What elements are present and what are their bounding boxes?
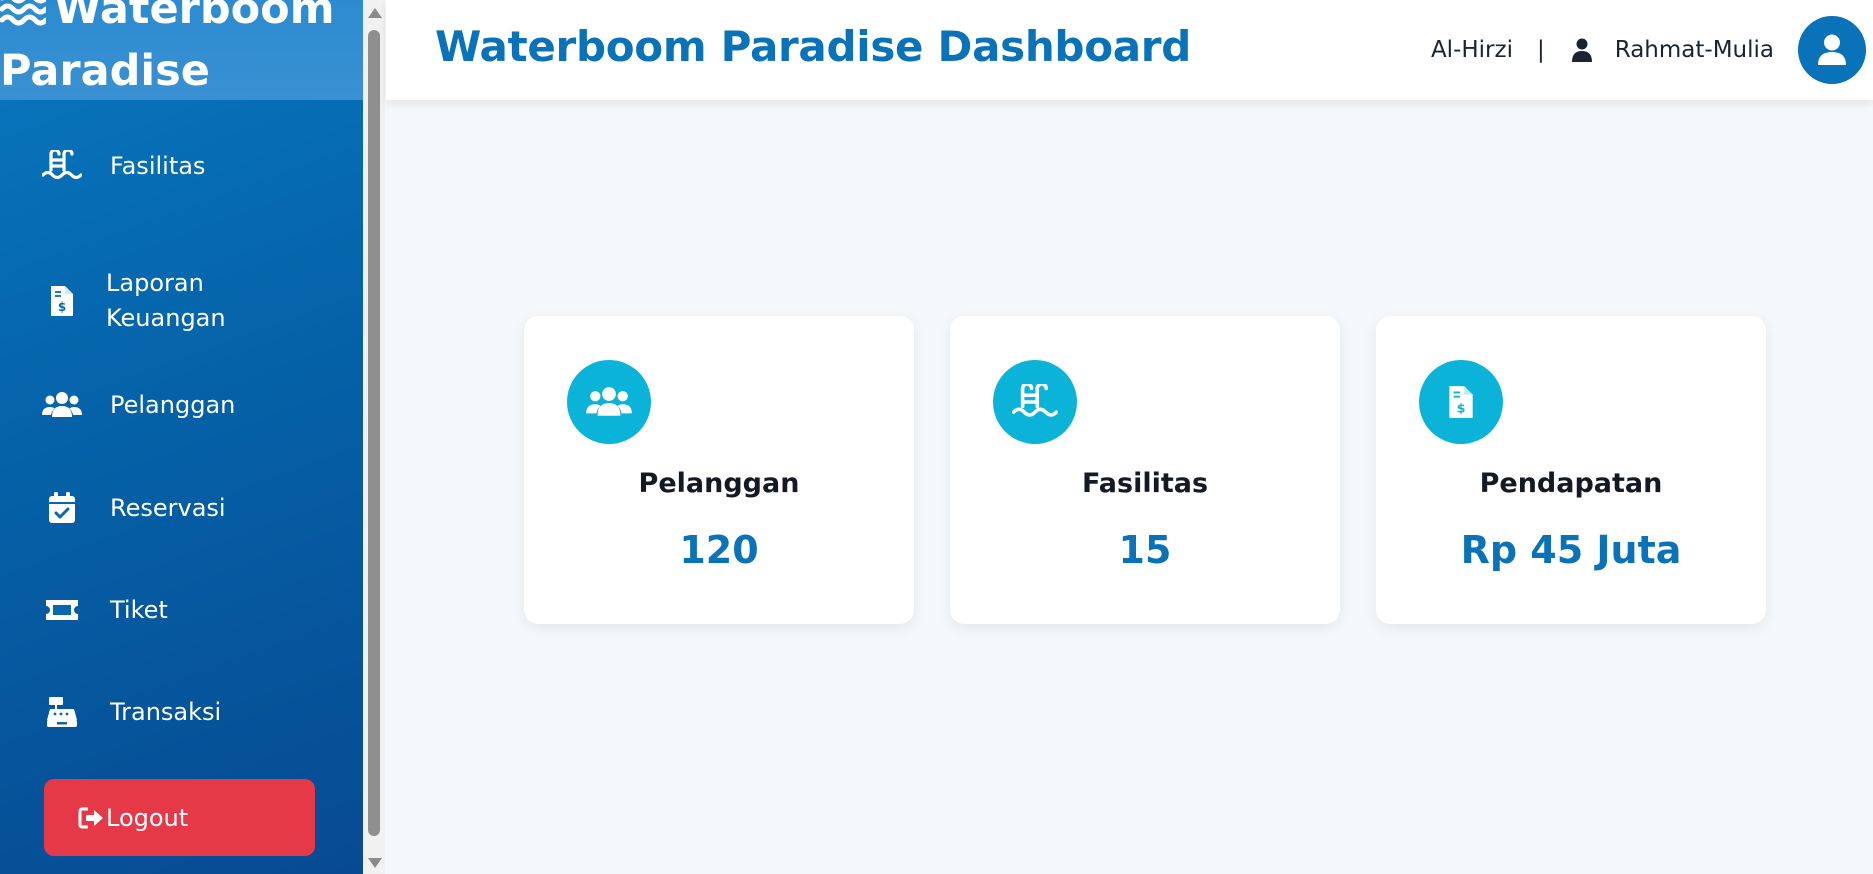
logout-label: Logout	[106, 803, 189, 832]
svg-text:$: $	[1457, 401, 1466, 416]
users-icon	[567, 360, 651, 444]
user-last-name: Rahmat-Mulia	[1614, 37, 1774, 63]
swimming-pool-icon	[42, 146, 82, 186]
sidebar-item-laporan-keuangan[interactable]: $ Laporan Keuangan	[0, 256, 363, 346]
stat-card-pelanggan: Pelanggan 120	[524, 316, 914, 624]
sidebar-item-pelanggan[interactable]: Pelanggan	[0, 375, 363, 435]
card-title: Pendapatan	[1479, 468, 1663, 499]
water-icon	[0, 0, 46, 25]
user-first-name: Al-Hirzi	[1430, 37, 1513, 63]
sidebar-item-label: Fasilitas	[110, 151, 206, 180]
brand[interactable]: Waterboom Paradise	[0, 0, 363, 102]
brand-name: Waterboom Paradise	[0, 0, 350, 96]
card-title: Fasilitas	[1081, 468, 1209, 499]
brand-header: Waterboom Paradise	[0, 0, 363, 100]
calendar-check-icon	[42, 488, 82, 528]
user-icon	[1571, 38, 1593, 62]
scroll-up-arrow[interactable]	[368, 8, 382, 18]
sidebar-scrollbar[interactable]	[363, 0, 385, 874]
card-value: Rp 45 Juta	[1460, 528, 1682, 572]
cash-register-icon	[42, 692, 82, 732]
card-value: 15	[1118, 528, 1172, 572]
stat-card-pendapatan: $ Pendapatan Rp 45 Juta	[1376, 316, 1766, 624]
logout-icon	[78, 807, 103, 828]
sidebar: Waterboom Paradise Fasilitas $ Laporan K…	[0, 0, 363, 874]
invoice-dollar-icon: $	[1419, 360, 1503, 444]
sidebar-item-label: Reservasi	[110, 493, 226, 522]
sidebar-item-label: Tiket	[110, 595, 168, 624]
avatar[interactable]	[1798, 16, 1866, 84]
stat-card-fasilitas: Fasilitas 15	[950, 316, 1340, 624]
swimming-pool-icon	[993, 360, 1077, 444]
card-title: Pelanggan	[638, 468, 800, 499]
page-title: Waterboom Paradise Dashboard	[435, 22, 1191, 71]
ticket-icon	[42, 590, 82, 630]
sidebar-item-reservasi[interactable]: Reservasi	[0, 478, 363, 538]
svg-text:$: $	[58, 300, 66, 314]
sidebar-item-fasilitas[interactable]: Fasilitas	[0, 136, 363, 196]
users-icon	[42, 385, 82, 425]
sidebar-item-label: Pelanggan	[110, 390, 236, 419]
user-area: Al-Hirzi | Rahmat-Mulia	[1431, 0, 1873, 100]
scroll-thumb[interactable]	[368, 30, 380, 836]
user-separator: |	[1536, 37, 1545, 63]
top-header: Waterboom Paradise Dashboard Al-Hirzi | …	[386, 0, 1873, 100]
user-avatar-icon	[1818, 34, 1846, 65]
sidebar-item-label: Transaksi	[110, 697, 222, 726]
sidebar-item-tiket[interactable]: Tiket	[0, 580, 363, 640]
sidebar-item-label: Laporan Keuangan	[106, 269, 226, 332]
sidebar-item-transaksi[interactable]: Transaksi	[0, 682, 363, 742]
card-value: 120	[679, 528, 759, 572]
invoice-dollar-icon: $	[42, 281, 82, 321]
logout-button[interactable]: Logout	[44, 779, 315, 856]
scroll-down-arrow[interactable]	[368, 858, 382, 868]
